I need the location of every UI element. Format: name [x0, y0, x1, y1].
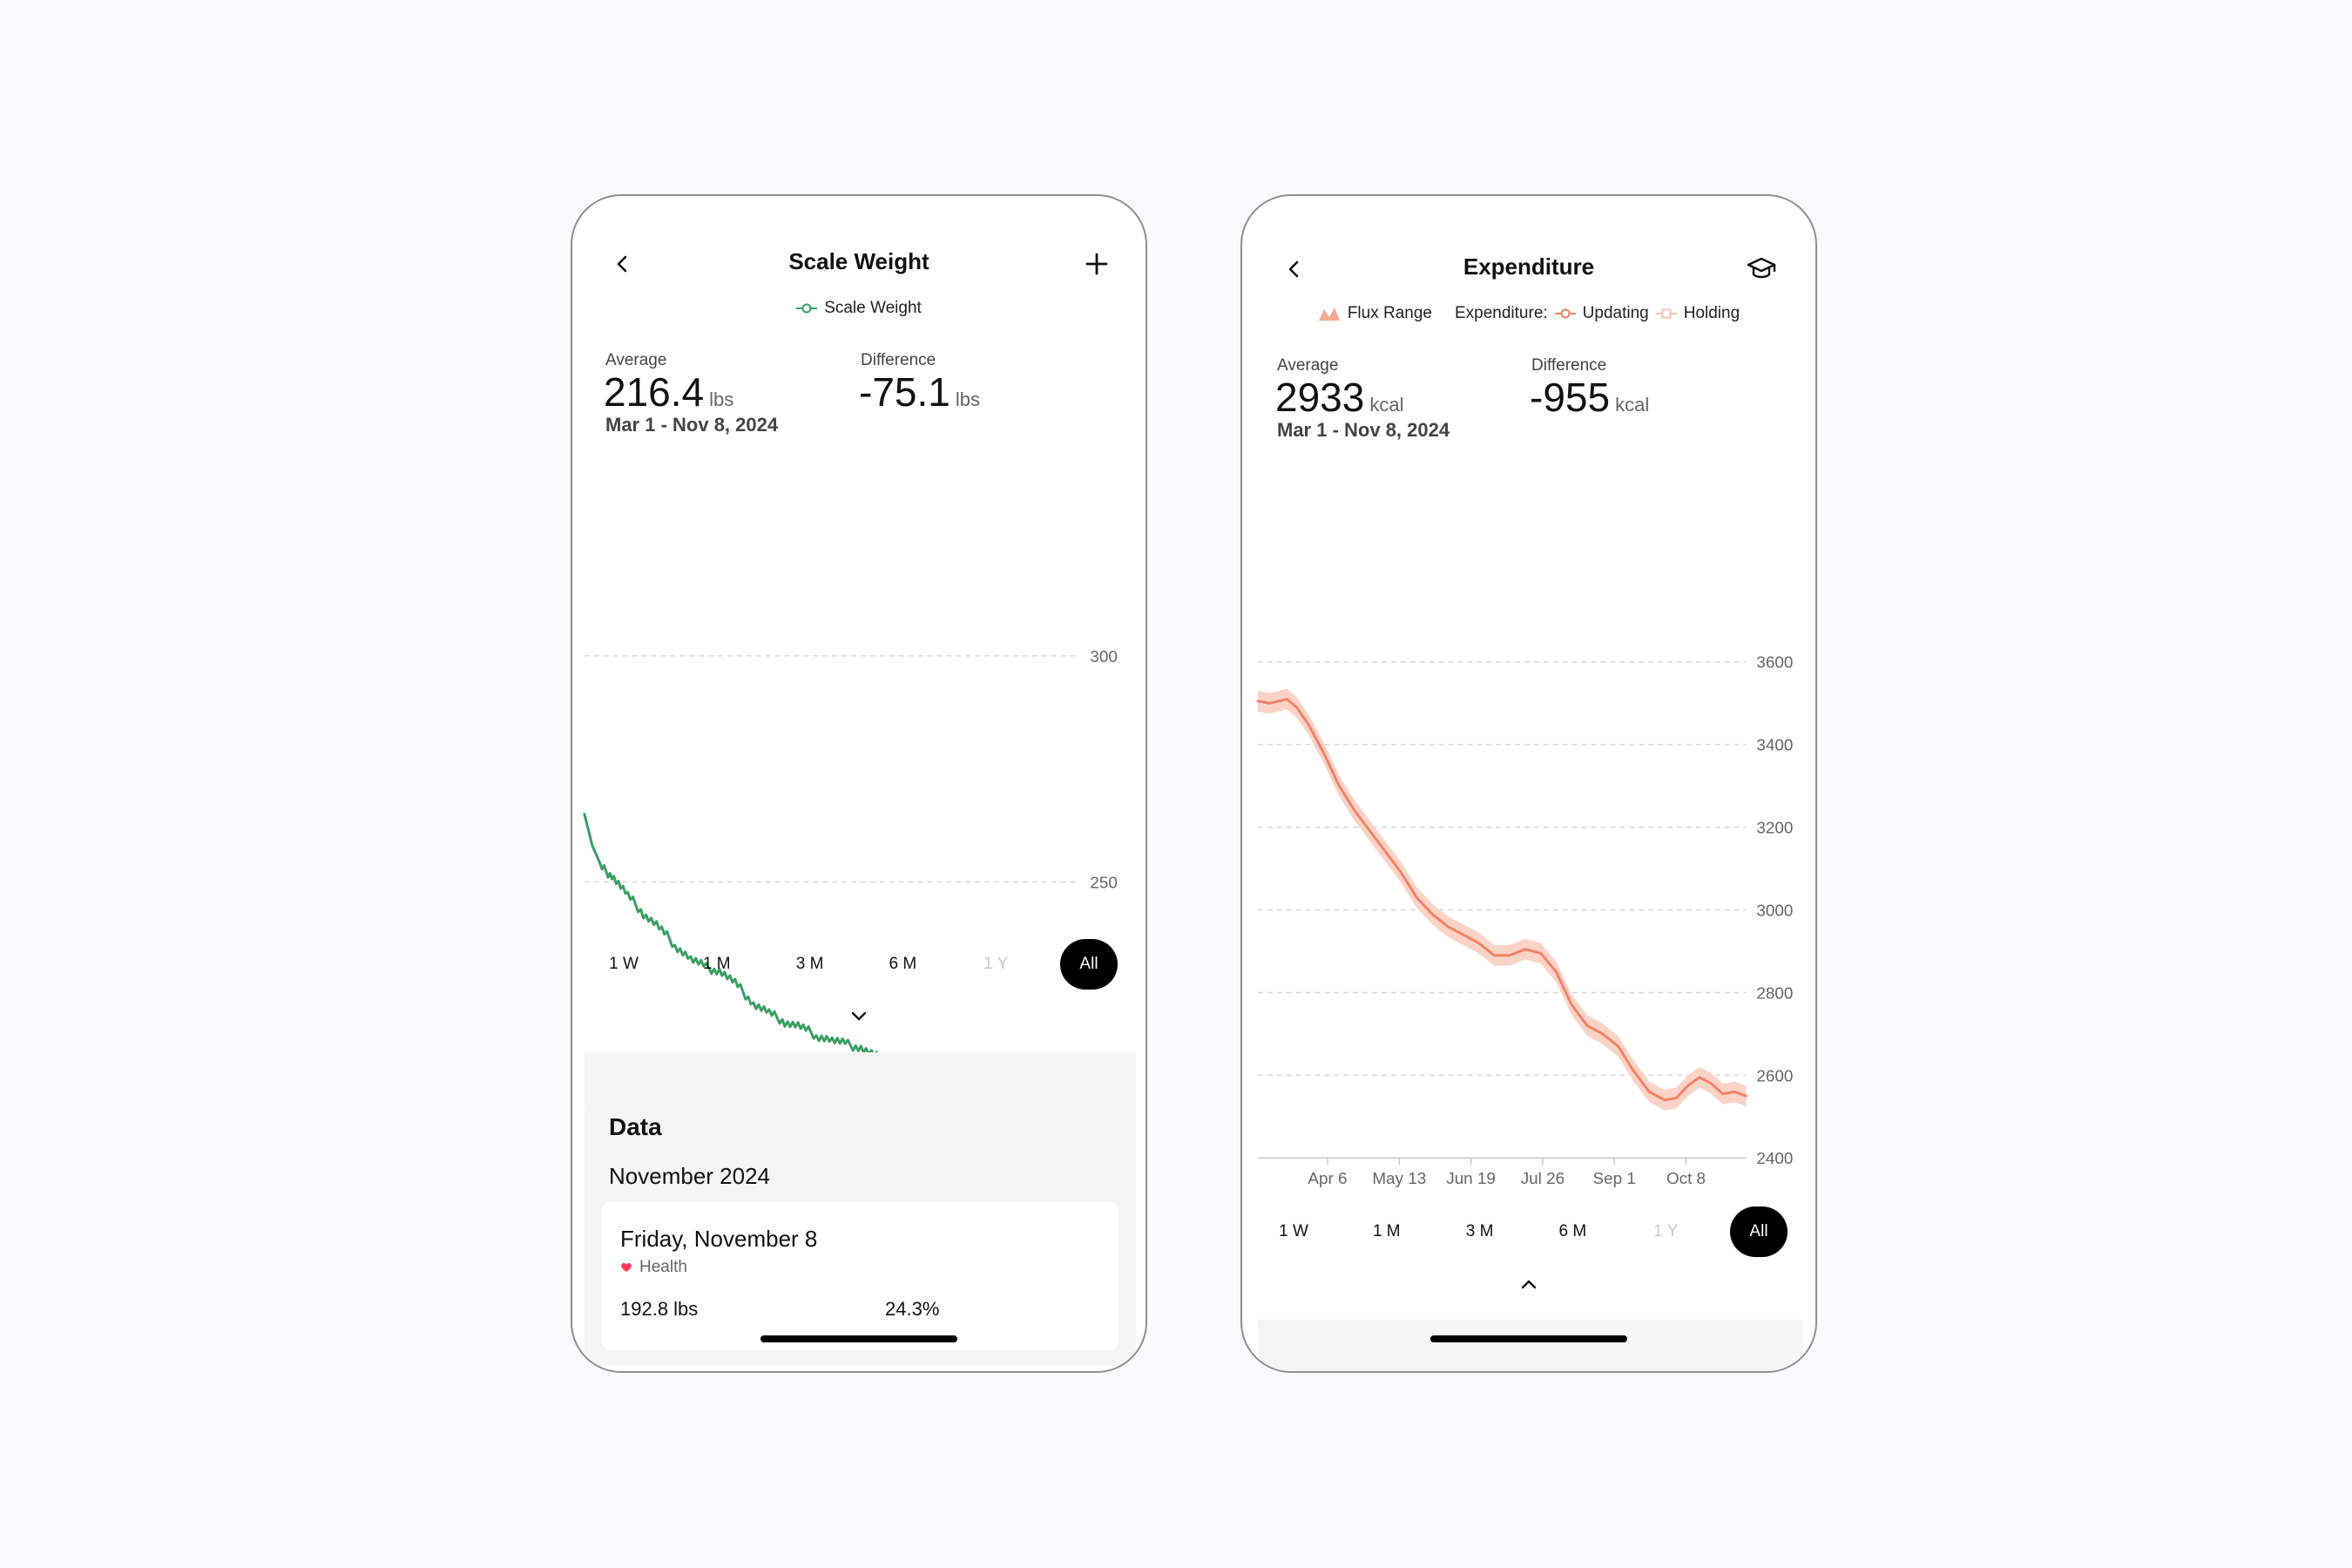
legend-label: Flux Range — [1347, 304, 1432, 322]
x-tick-label: Jun 19 — [1446, 1170, 1496, 1188]
difference-number: -955 — [1530, 375, 1611, 420]
plus-icon — [1085, 253, 1108, 275]
range-button-1w[interactable]: 1 W — [595, 939, 652, 990]
y-tick-label: 3400 — [1756, 737, 1793, 755]
legend-label: Updating — [1582, 304, 1649, 322]
difference-label: Difference — [1531, 356, 1607, 375]
add-entry-button[interactable] — [1079, 247, 1114, 281]
x-tick-label: Apr 6 — [1308, 1170, 1347, 1188]
line-marker-icon — [1655, 308, 1677, 319]
legend-item-expenditure: Expenditure: Updating Holding — [1455, 304, 1740, 323]
y-tick-label: 3000 — [1756, 902, 1793, 920]
legend-label: Scale Weight — [824, 299, 922, 317]
chevron-down-icon — [851, 1011, 867, 1021]
average-label: Average — [605, 351, 667, 369]
x-tick-label: May 13 — [1372, 1170, 1426, 1188]
y-tick-label: 3200 — [1756, 820, 1793, 838]
x-tick-label: Jul 26 — [1521, 1170, 1565, 1188]
data-section-peek — [1258, 1320, 1803, 1371]
entry-date: Friday, November 8 — [620, 1226, 818, 1252]
range-button-all[interactable]: All — [1059, 939, 1118, 990]
y-tick-label: 2400 — [1756, 1150, 1793, 1168]
x-tick-label: Oct 8 — [1666, 1170, 1706, 1188]
range-button-1m[interactable]: 1 M — [688, 939, 746, 990]
data-month: November 2024 — [609, 1163, 770, 1189]
legend-label: Holding — [1683, 304, 1740, 322]
difference-unit: lbs — [955, 389, 980, 410]
difference-unit: kcal — [1615, 394, 1650, 416]
line-marker-icon — [1554, 308, 1576, 319]
legend-item-scale-weight: Scale Weight — [796, 299, 922, 318]
data-section: Data November 2024 Friday, November 8 He… — [585, 1052, 1136, 1366]
legend-label: Expenditure: — [1454, 304, 1548, 322]
date-range: Mar 1 - Nov 8, 2024 — [605, 414, 779, 436]
chart-legend: Scale Weight — [572, 299, 1146, 318]
expenditure-screen: Expenditure Flux Range Expenditure: Upda… — [1240, 194, 1817, 1373]
source-label: Health — [639, 1258, 687, 1276]
entry-source: Health — [620, 1258, 687, 1277]
average-number: 2933 — [1275, 375, 1365, 420]
average-label: Average — [1277, 356, 1339, 375]
range-button-1y: 1 Y — [983, 955, 1009, 973]
range-button-all[interactable]: All — [1729, 1206, 1788, 1257]
difference-value: -955 kcal — [1530, 374, 1649, 421]
entry-weight: 192.8 lbs — [620, 1298, 699, 1320]
entry-body-fat: 24.3% — [885, 1298, 940, 1320]
average-number: 216.4 — [604, 369, 705, 415]
y-tick-label: 300 — [1090, 648, 1118, 666]
difference-number: -75.1 — [859, 369, 950, 415]
difference-label: Difference — [861, 351, 936, 369]
y-tick-label: 2800 — [1756, 984, 1793, 1003]
time-range-selector: 1 W 1 M 3 M 6 M 1 Y All — [1265, 1206, 1788, 1257]
average-unit: lbs — [709, 389, 734, 410]
flux-range-icon — [1318, 308, 1340, 321]
chart-legend: Flux Range Expenditure: Updating Holding — [1242, 304, 1815, 323]
x-tick-label: Sep 1 — [1593, 1170, 1636, 1188]
scale-weight-screen: Scale Weight Scale Weight Average 216.4 l… — [571, 194, 1147, 1373]
line-marker-icon — [796, 303, 818, 314]
difference-value: -75.1 lbs — [859, 368, 980, 416]
y-tick-label: 2600 — [1756, 1067, 1793, 1085]
range-button-3m[interactable]: 3 M — [1451, 1206, 1509, 1257]
expand-button[interactable] — [846, 1006, 872, 1027]
graduation-cap-icon — [1747, 257, 1776, 279]
date-range: Mar 1 - Nov 8, 2024 — [1277, 419, 1450, 441]
time-range-selector: 1 W 1 M 3 M 6 M 1 Y All — [595, 939, 1118, 990]
page-title: Expenditure — [1463, 253, 1595, 280]
heart-icon — [621, 1262, 632, 1272]
average-value: 2933 kcal — [1275, 374, 1403, 421]
flux-range-band — [1257, 688, 1747, 1111]
range-button-1y: 1 Y — [1653, 1222, 1679, 1240]
collapse-button[interactable] — [1516, 1274, 1542, 1294]
legend-item-flux-range: Flux Range — [1318, 304, 1432, 323]
learn-button[interactable] — [1744, 252, 1779, 287]
y-tick-label: 250 — [1090, 874, 1118, 892]
home-indicator[interactable] — [760, 1335, 957, 1342]
page-title: Scale Weight — [788, 248, 929, 274]
home-indicator[interactable] — [1430, 1335, 1627, 1342]
chevron-up-icon — [1521, 1280, 1537, 1289]
data-title: Data — [609, 1113, 662, 1140]
range-button-1m[interactable]: 1 M — [1358, 1206, 1416, 1257]
range-button-1w[interactable]: 1 W — [1265, 1206, 1322, 1257]
range-button-6m[interactable]: 6 M — [1544, 1206, 1601, 1257]
average-value: 216.4 lbs — [604, 368, 733, 416]
y-tick-label: 3600 — [1756, 654, 1793, 672]
range-button-6m[interactable]: 6 M — [874, 939, 931, 990]
range-button-3m[interactable]: 3 M — [781, 939, 839, 990]
data-entry-card[interactable]: Friday, November 8 Health 192.8 lbs 24.3… — [602, 1202, 1119, 1350]
average-unit: kcal — [1369, 394, 1404, 416]
